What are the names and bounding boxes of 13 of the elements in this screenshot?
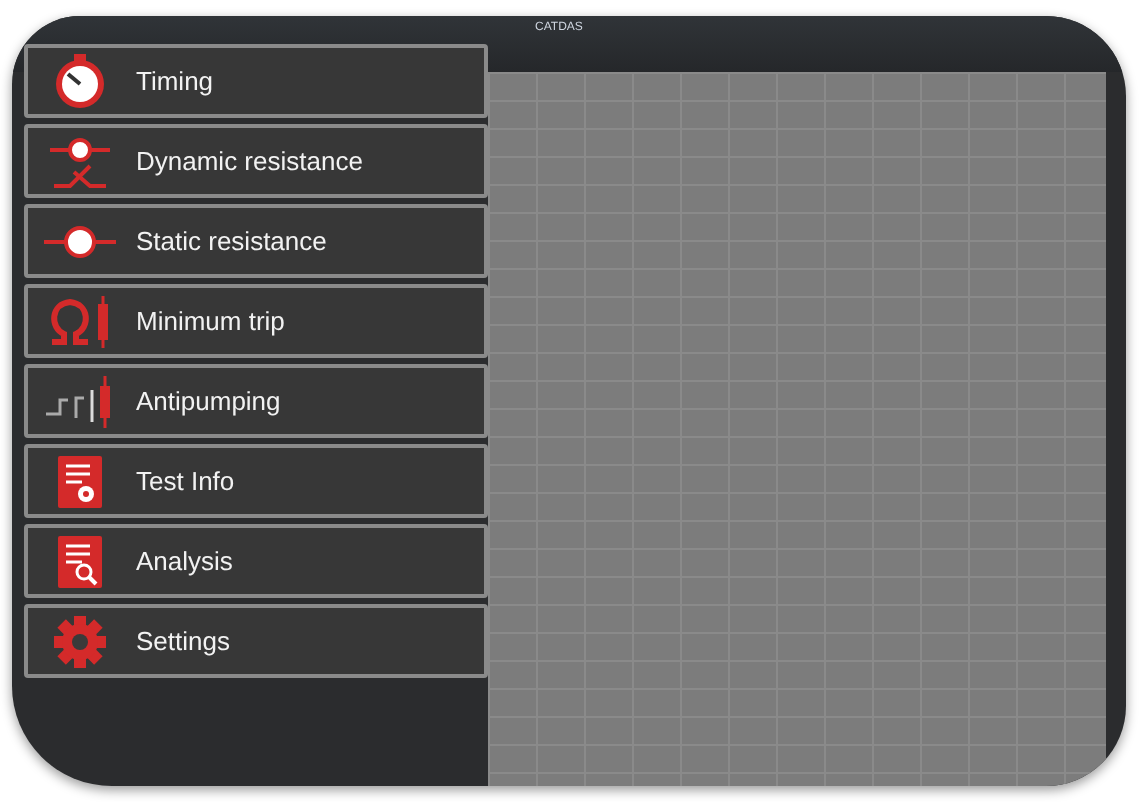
menu-item[interactable]: Static resistance <box>24 204 488 278</box>
resistor-icon <box>42 221 118 261</box>
menu-item[interactable]: Settings <box>24 604 488 678</box>
stopwatch-icon <box>52 53 108 109</box>
document-search-icon <box>56 533 104 589</box>
document-gear-icon <box>56 453 104 509</box>
menu-item[interactable]: Test Info <box>24 444 488 518</box>
menu-item[interactable]: Timing <box>24 44 488 118</box>
settings-icon <box>52 613 108 669</box>
menu-item[interactable]: Minimum trip <box>24 284 488 358</box>
menu-item[interactable]: Antipumping <box>24 364 488 438</box>
menu-item[interactable]: Dynamic resistance <box>24 124 488 198</box>
menu-item[interactable]: Analysis <box>24 524 488 598</box>
